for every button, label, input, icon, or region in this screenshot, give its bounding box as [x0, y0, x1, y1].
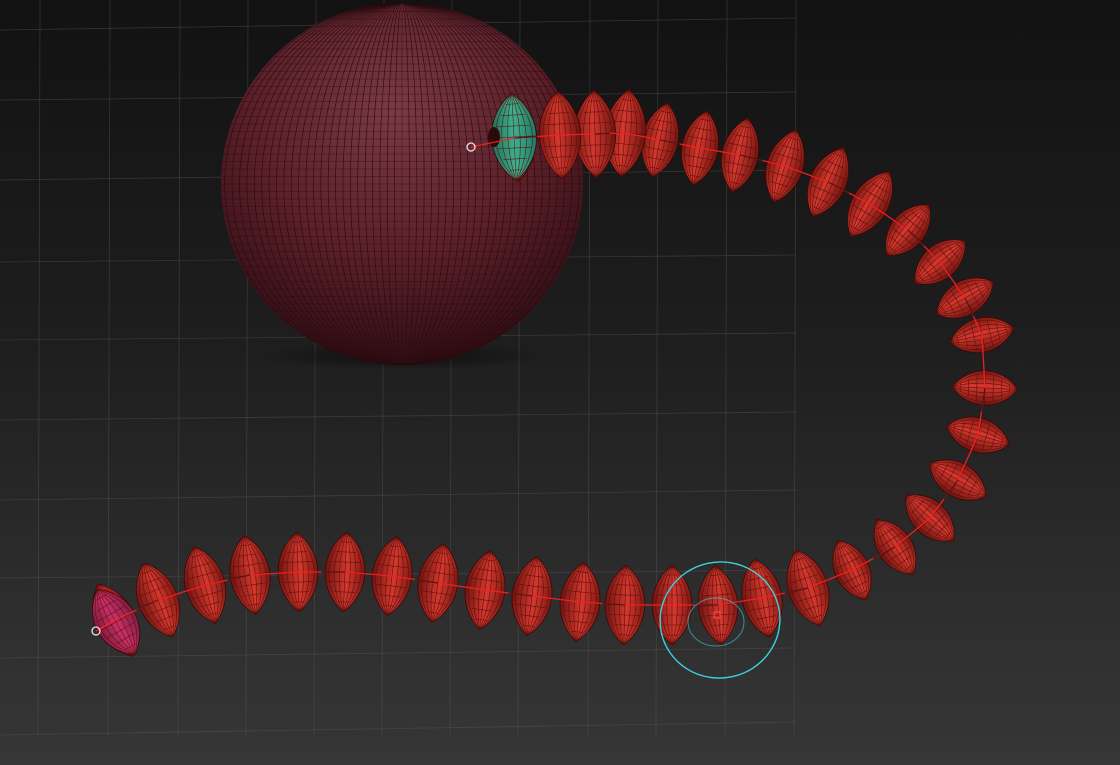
sphere-mesh[interactable] — [200, 0, 605, 370]
socket-hole — [488, 127, 500, 147]
3d-viewport[interactable] — [0, 0, 1120, 765]
scene-canvas[interactable] — [0, 0, 1120, 765]
